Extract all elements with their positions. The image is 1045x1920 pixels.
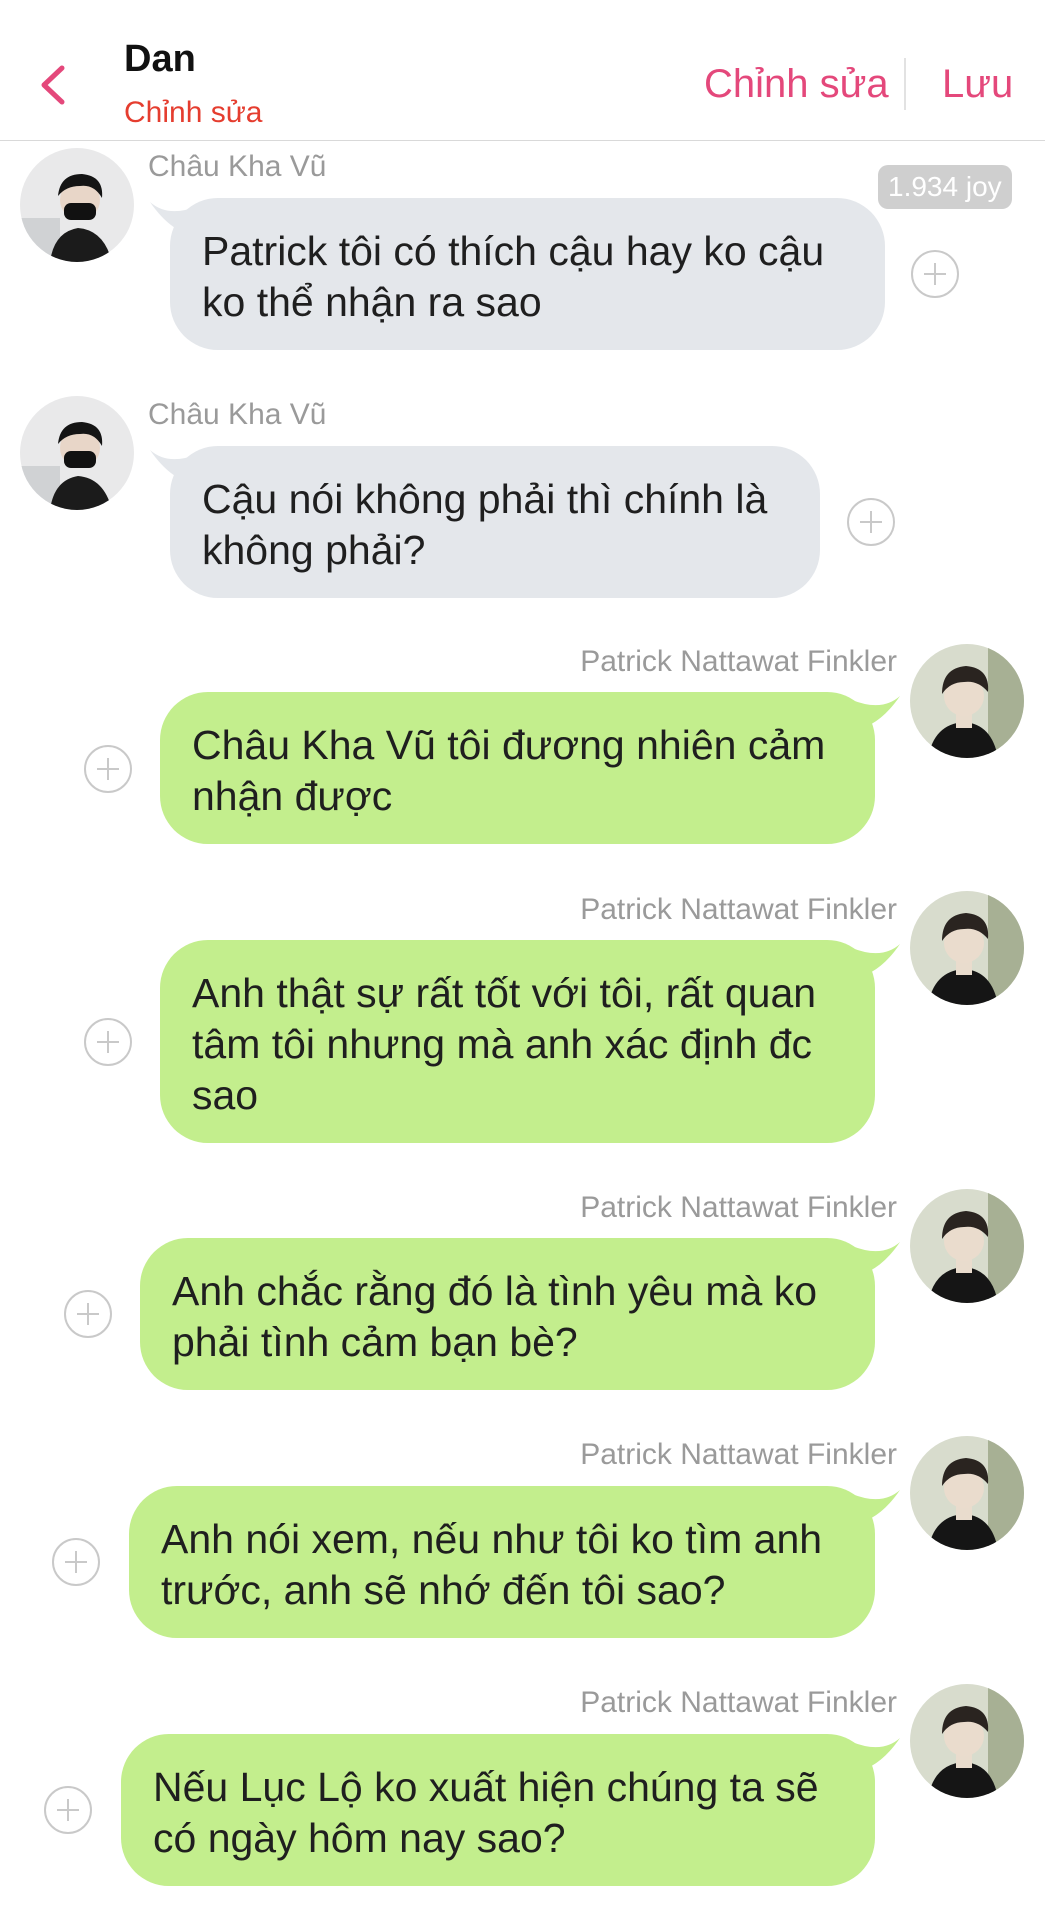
sender-name: Patrick Nattawat Finkler bbox=[580, 893, 897, 926]
message-bubble[interactable]: Cậu nói không phải thì chính là không ph… bbox=[170, 446, 820, 598]
avatar-patrick[interactable] bbox=[910, 891, 1024, 1005]
sender-name: Patrick Nattawat Finkler bbox=[580, 645, 897, 678]
message-text: Anh thật sự rất tốt với tôi, rất quan tâ… bbox=[192, 970, 817, 1118]
add-reaction-button[interactable] bbox=[52, 1538, 100, 1586]
avatar-chau-kha-vu[interactable] bbox=[20, 148, 134, 262]
add-reaction-button[interactable] bbox=[84, 745, 132, 793]
save-button[interactable]: Lưu bbox=[942, 62, 1013, 107]
add-reaction-button[interactable] bbox=[44, 1786, 92, 1834]
message-text: Cậu nói không phải thì chính là không ph… bbox=[202, 476, 768, 573]
avatar-patrick[interactable] bbox=[910, 644, 1024, 758]
avatar-patrick[interactable] bbox=[910, 1189, 1024, 1303]
sender-name: Châu Kha Vũ bbox=[148, 398, 327, 431]
message-text: Patrick tôi có thích cậu hay ko cậu ko t… bbox=[202, 228, 825, 325]
message-text: Nếu Lục Lộ ko xuất hiện chúng ta sẽ có n… bbox=[153, 1764, 819, 1861]
page-subtitle: Chỉnh sửa bbox=[124, 96, 263, 129]
add-reaction-button[interactable] bbox=[847, 498, 895, 546]
avatar-patrick[interactable] bbox=[910, 1684, 1024, 1798]
sender-name: Patrick Nattawat Finkler bbox=[580, 1438, 897, 1471]
message-bubble[interactable]: Châu Kha Vũ tôi đương nhiên cảm nhận đượ… bbox=[160, 692, 875, 844]
sender-name: Châu Kha Vũ bbox=[148, 150, 327, 183]
header-divider bbox=[904, 58, 906, 110]
message-text: Châu Kha Vũ tôi đương nhiên cảm nhận đượ… bbox=[192, 722, 826, 819]
add-reaction-button[interactable] bbox=[64, 1290, 112, 1338]
message-bubble[interactable]: Anh thật sự rất tốt với tôi, rất quan tâ… bbox=[160, 940, 875, 1143]
page-title: Dan bbox=[124, 38, 196, 80]
joy-badge: 1.934 joy bbox=[878, 165, 1012, 209]
avatar-chau-kha-vu[interactable] bbox=[20, 396, 134, 510]
header-bar: Dan Chỉnh sửa Chỉnh sửa Lưu bbox=[0, 0, 1045, 141]
message-bubble[interactable]: Anh nói xem, nếu như tôi ko tìm anh trướ… bbox=[129, 1486, 875, 1638]
message-bubble[interactable]: Patrick tôi có thích cậu hay ko cậu ko t… bbox=[170, 198, 885, 350]
message-text: Anh nói xem, nếu như tôi ko tìm anh trướ… bbox=[161, 1516, 823, 1613]
avatar-patrick[interactable] bbox=[910, 1436, 1024, 1550]
add-reaction-button[interactable] bbox=[911, 250, 959, 298]
message-bubble[interactable]: Anh chắc rằng đó là tình yêu mà ko phải … bbox=[140, 1238, 875, 1390]
edit-button[interactable]: Chỉnh sửa bbox=[704, 62, 889, 107]
sender-name: Patrick Nattawat Finkler bbox=[580, 1191, 897, 1224]
back-button[interactable] bbox=[34, 60, 74, 110]
chevron-left-icon bbox=[41, 65, 65, 105]
add-reaction-button[interactable] bbox=[84, 1018, 132, 1066]
message-bubble[interactable]: Nếu Lục Lộ ko xuất hiện chúng ta sẽ có n… bbox=[121, 1734, 875, 1886]
sender-name: Patrick Nattawat Finkler bbox=[580, 1686, 897, 1719]
message-text: Anh chắc rằng đó là tình yêu mà ko phải … bbox=[172, 1268, 818, 1365]
